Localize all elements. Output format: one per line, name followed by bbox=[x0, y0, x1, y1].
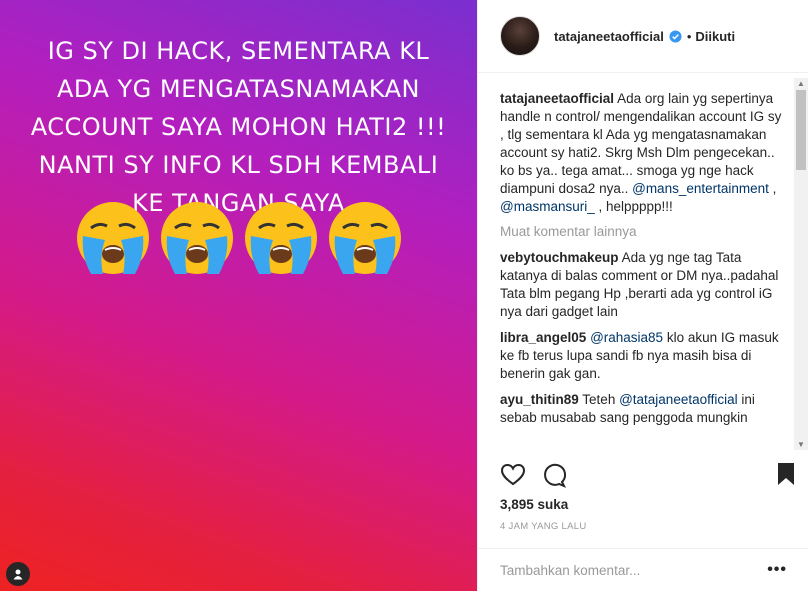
comment-username[interactable]: ayu_thitin89 bbox=[500, 392, 579, 407]
post-image-text: IG SY DI HACK, SEMENTARA KL ADA YG MENGA… bbox=[30, 37, 447, 217]
bookmark-icon[interactable] bbox=[776, 462, 796, 486]
scroll-down-icon[interactable]: ▼ bbox=[797, 440, 805, 449]
comment-icon[interactable] bbox=[540, 462, 566, 488]
comments-scrollbar[interactable]: ▲ ▼ bbox=[794, 78, 808, 450]
caption-tail: , helppppp!!! bbox=[594, 199, 673, 214]
load-more-comments-button[interactable]: Muat komentar lainnya bbox=[500, 224, 808, 239]
list-item: ayu_thitin89 Teteh @tatajaneetaofficial … bbox=[500, 391, 785, 427]
caption: tatajaneetaofficial Ada org lain yg sepe… bbox=[500, 90, 785, 216]
caption-mention-1[interactable]: @mans_entertainment bbox=[632, 181, 769, 196]
add-comment-bar: Tambahkan komentar... ••• bbox=[478, 548, 808, 591]
post-header: tatajaneetaofficial • Diikuti bbox=[478, 0, 808, 73]
comment-username[interactable]: libra_angel05 bbox=[500, 330, 586, 345]
comment-text-prefix: Teteh bbox=[582, 392, 620, 407]
caption-separator: , bbox=[768, 181, 777, 196]
crying-face-icon bbox=[244, 202, 317, 274]
post-image[interactable]: IG SY DI HACK, SEMENTARA KL ADA YG MENGA… bbox=[0, 0, 477, 591]
crying-face-icon bbox=[76, 202, 149, 274]
scroll-up-icon[interactable]: ▲ bbox=[797, 79, 805, 88]
comment-mention[interactable]: @rahasia85 bbox=[590, 330, 663, 345]
timestamp[interactable]: 4 JAM YANG LALU bbox=[500, 521, 587, 532]
verified-badge-icon bbox=[669, 29, 682, 43]
add-comment-input[interactable]: Tambahkan komentar... bbox=[500, 563, 640, 578]
more-options-icon[interactable]: ••• bbox=[767, 561, 787, 579]
header-separator: • bbox=[686, 28, 692, 44]
crying-face-icon bbox=[328, 202, 401, 274]
scroll-thumb[interactable] bbox=[796, 90, 806, 170]
caption-mention-2[interactable]: @masmansuri_ bbox=[500, 199, 595, 214]
list-item: libra_angel05 @rahasia85 klo akun IG mas… bbox=[500, 329, 785, 383]
emoji-row bbox=[0, 200, 477, 276]
avatar[interactable] bbox=[500, 16, 540, 56]
comment-username[interactable]: vebytouchmakeup bbox=[500, 250, 619, 265]
comments-list[interactable]: tatajaneetaofficial Ada org lain yg sepe… bbox=[478, 74, 808, 452]
header-username[interactable]: tatajaneetaofficial bbox=[554, 29, 664, 44]
crying-face-icon bbox=[160, 202, 233, 274]
list-item: vebytouchmakeup Ada yg nge tag Tata kata… bbox=[500, 249, 785, 321]
heart-icon[interactable] bbox=[500, 462, 526, 488]
follow-status-button[interactable]: Diikuti bbox=[695, 29, 735, 44]
post-sidebar: tatajaneetaofficial • Diikuti tatajaneet… bbox=[477, 0, 808, 591]
user-tag-icon[interactable] bbox=[6, 562, 30, 586]
action-bar bbox=[500, 462, 796, 488]
caption-username[interactable]: tatajaneetaofficial bbox=[500, 91, 614, 106]
likes-count[interactable]: 3,895 suka bbox=[500, 497, 568, 512]
comment-mention[interactable]: @tatajaneetaofficial bbox=[619, 392, 738, 407]
